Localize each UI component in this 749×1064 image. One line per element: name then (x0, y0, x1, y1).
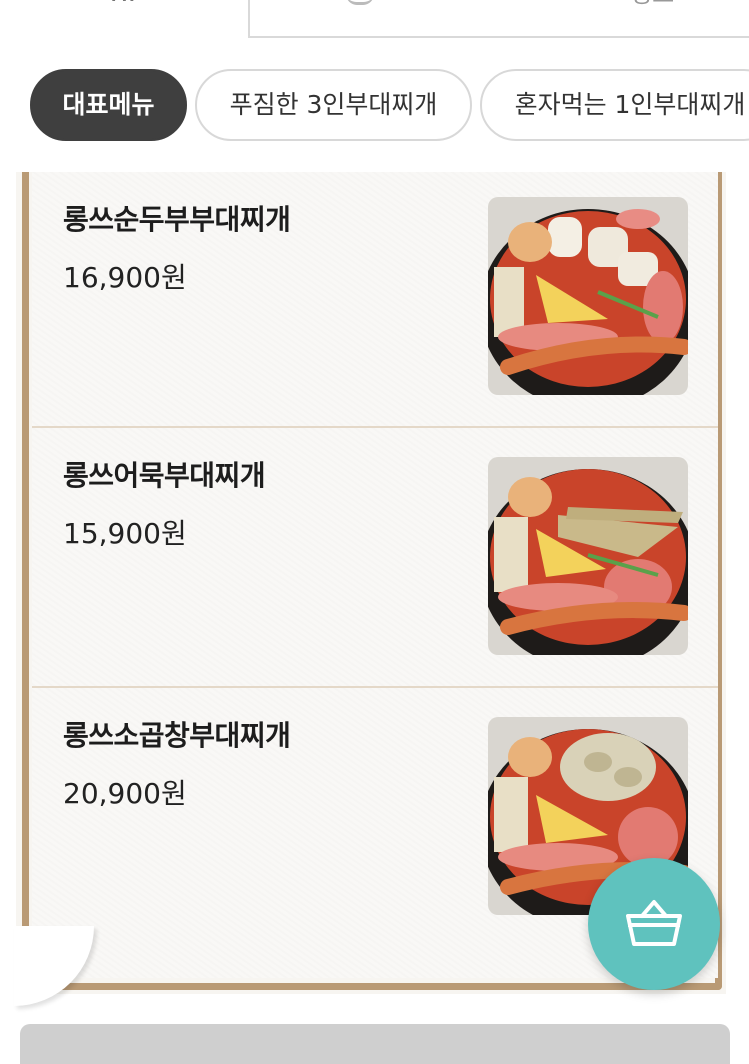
menu-item-price: 16,900원 (63, 261, 187, 294)
menu-item-name: 롱쓰순두부부대찌개 (63, 203, 291, 236)
category-chip-signature[interactable]: 대표메뉴 (30, 69, 187, 141)
menu-item-photo (488, 197, 688, 395)
card-page-curl (14, 926, 94, 1006)
tab-info[interactable]: 정보 (248, 0, 749, 38)
tab-menu[interactable]: 메뉴 (0, 0, 248, 38)
menu-item-photo (488, 457, 688, 655)
category-chip-label: 혼자먹는 1인부대찌개 (514, 90, 746, 119)
tab-menu-label: 메뉴 (95, 0, 139, 5)
cart-button[interactable] (588, 858, 720, 990)
top-tab-bar: 메뉴 정보 (0, 0, 749, 40)
bottom-order-bar[interactable] (20, 1024, 730, 1064)
tab-info-icon (346, 0, 374, 5)
menu-item-name: 롱쓰소곱창부대찌개 (63, 719, 291, 752)
menu-item[interactable]: 롱쓰순두부부대찌개 16,900원 (32, 172, 718, 426)
shopping-basket-icon (626, 900, 682, 946)
category-chip-list: 대표메뉴 푸짐한 3인부대찌개 혼자먹는 1인부대찌개 (30, 69, 749, 141)
category-chip-3-person[interactable]: 푸짐한 3인부대찌개 (195, 69, 472, 141)
category-chip-1-person[interactable]: 혼자먹는 1인부대찌개 (480, 69, 749, 141)
menu-item[interactable]: 롱쓰어묵부대찌개 15,900원 (32, 426, 718, 686)
tab-info-label: 정보 (630, 0, 674, 9)
category-chip-label: 푸짐한 3인부대찌개 (229, 90, 438, 119)
menu-item-name: 롱쓰어묵부대찌개 (63, 459, 266, 492)
category-chip-label: 대표메뉴 (62, 90, 155, 119)
menu-item-price: 20,900원 (63, 777, 187, 810)
menu-item-price: 15,900원 (63, 517, 187, 550)
